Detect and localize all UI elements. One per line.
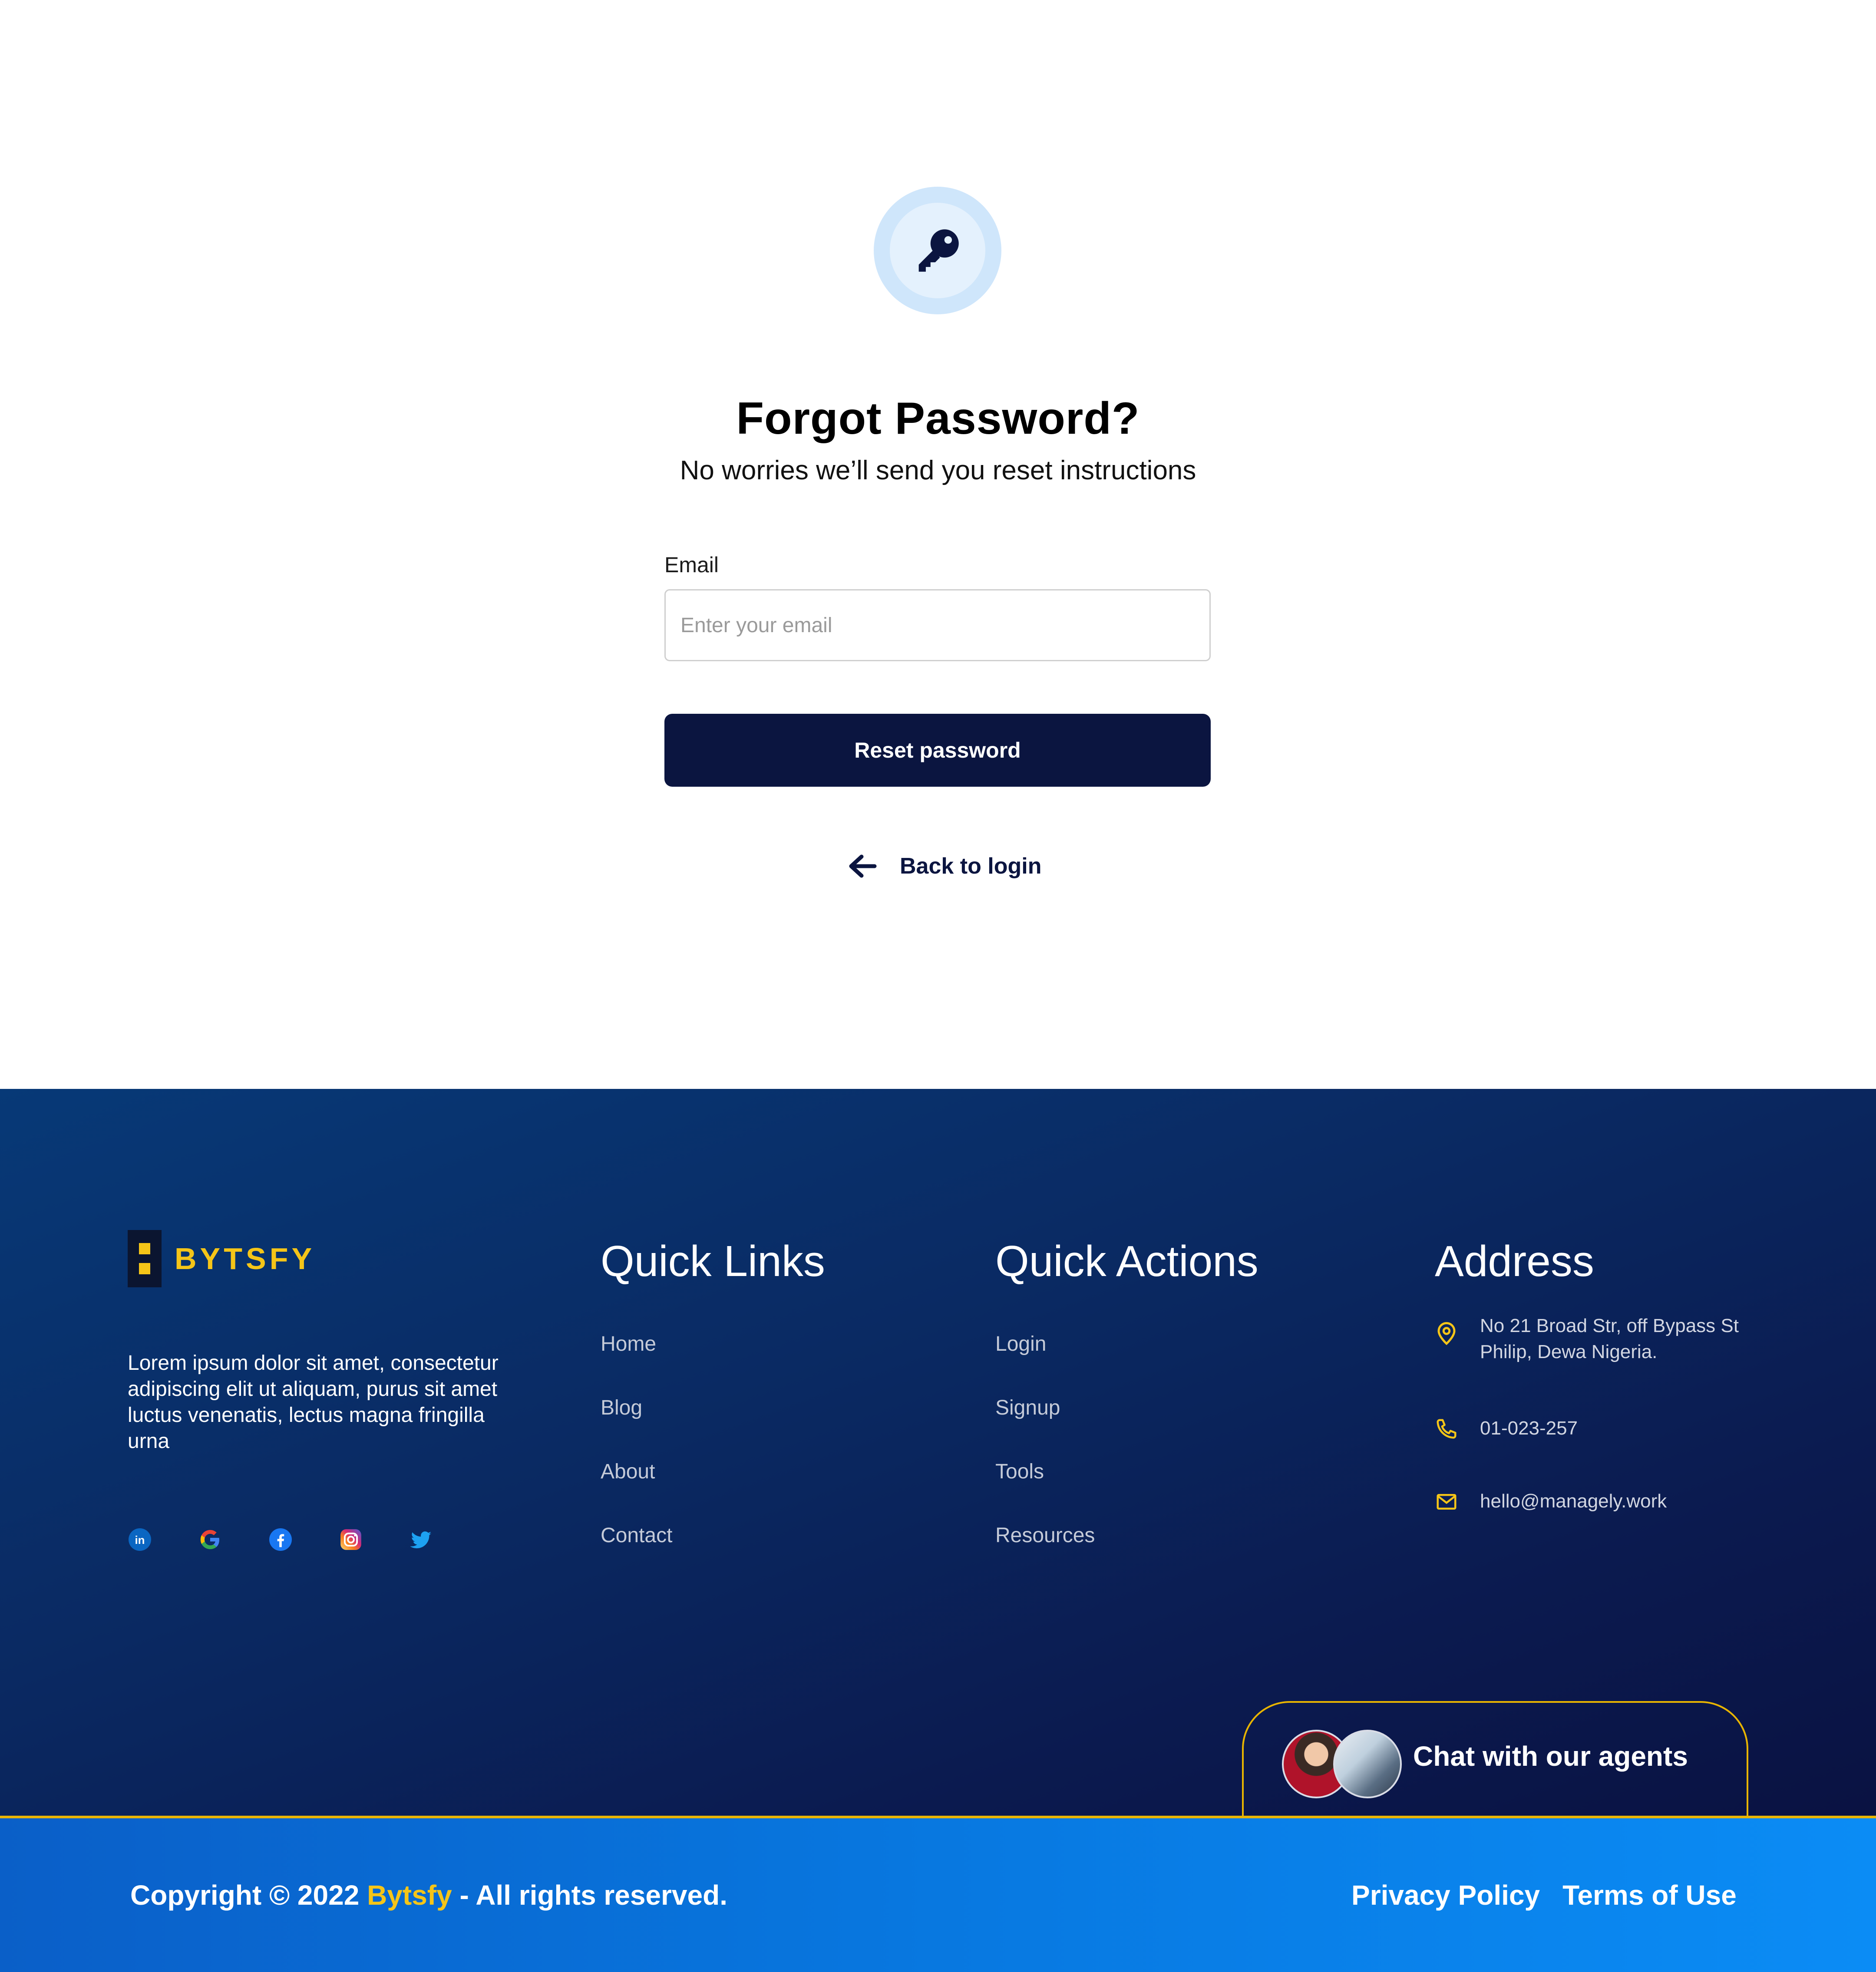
arrow-left-icon bbox=[847, 853, 877, 879]
brand-mark-icon bbox=[128, 1230, 162, 1287]
phone-icon bbox=[1435, 1417, 1458, 1443]
svg-text:in: in bbox=[135, 1533, 145, 1547]
email-field[interactable] bbox=[664, 589, 1211, 661]
quick-links-title: Quick Links bbox=[601, 1237, 825, 1286]
address-phone[interactable]: 01-023-257 bbox=[1435, 1415, 1578, 1443]
address-street: No 21 Broad Str, off Bypass St Philip, D… bbox=[1435, 1313, 1739, 1365]
email-label: Email bbox=[664, 553, 719, 577]
quick-actions-list: Login Signup Tools Resources bbox=[995, 1332, 1095, 1587]
social-links: in bbox=[128, 1527, 433, 1552]
quick-actions-title: Quick Actions bbox=[995, 1237, 1258, 1286]
address-email[interactable]: hello@managely.work bbox=[1435, 1488, 1667, 1516]
chat-label: Chat with our agents bbox=[1413, 1741, 1688, 1772]
chat-with-agents-button[interactable]: Chat with our agents bbox=[1242, 1701, 1748, 1816]
address-line-2: Philip, Dewa Nigeria. bbox=[1480, 1341, 1658, 1362]
page-title: Forgot Password? bbox=[736, 393, 1140, 444]
footer-action-resources[interactable]: Resources bbox=[995, 1524, 1095, 1587]
back-to-login-label: Back to login bbox=[900, 854, 1042, 879]
google-icon[interactable] bbox=[198, 1527, 222, 1552]
footer-action-login[interactable]: Login bbox=[995, 1332, 1095, 1396]
linkedin-icon[interactable]: in bbox=[128, 1527, 152, 1552]
twitter-icon[interactable] bbox=[409, 1527, 433, 1552]
page-subtitle: No worries we’ll send you reset instruct… bbox=[680, 455, 1196, 485]
contact-email: hello@managely.work bbox=[1480, 1491, 1667, 1512]
address-title: Address bbox=[1435, 1237, 1594, 1286]
reset-password-button[interactable]: Reset password bbox=[664, 714, 1211, 787]
legal-links: Privacy Policy Terms of Use bbox=[1351, 1879, 1737, 1911]
footer-action-signup[interactable]: Signup bbox=[995, 1396, 1095, 1460]
key-icon bbox=[890, 203, 985, 298]
footer-action-tools[interactable]: Tools bbox=[995, 1460, 1095, 1524]
copyright-text: Copyright © 2022 Bytsfy - All rights res… bbox=[130, 1880, 727, 1911]
terms-of-use-link[interactable]: Terms of Use bbox=[1562, 1879, 1737, 1911]
agent-avatar bbox=[1333, 1730, 1402, 1798]
footer-link-contact[interactable]: Contact bbox=[601, 1524, 672, 1587]
phone-number: 01-023-257 bbox=[1480, 1418, 1578, 1439]
back-to-login-link[interactable]: Back to login bbox=[847, 847, 1041, 886]
address-line-1: No 21 Broad Str, off Bypass St bbox=[1480, 1315, 1739, 1336]
footer-link-about[interactable]: About bbox=[601, 1460, 672, 1524]
mail-icon bbox=[1435, 1490, 1458, 1516]
key-icon-badge bbox=[874, 187, 1001, 314]
brand-logo[interactable]: BYTSFY bbox=[128, 1230, 315, 1287]
footer-link-home[interactable]: Home bbox=[601, 1332, 672, 1396]
location-pin-icon bbox=[1435, 1320, 1458, 1348]
quick-links-list: Home Blog About Contact bbox=[601, 1332, 672, 1587]
instagram-icon[interactable] bbox=[339, 1527, 363, 1552]
brand-name: BYTSFY bbox=[175, 1242, 316, 1276]
footer-link-blog[interactable]: Blog bbox=[601, 1396, 672, 1460]
facebook-icon[interactable] bbox=[268, 1527, 293, 1552]
copyright-brand[interactable]: Bytsfy bbox=[367, 1880, 452, 1911]
privacy-policy-link[interactable]: Privacy Policy bbox=[1351, 1879, 1540, 1911]
brand-description: Lorem ipsum dolor sit amet, consectetur … bbox=[128, 1352, 499, 1453]
